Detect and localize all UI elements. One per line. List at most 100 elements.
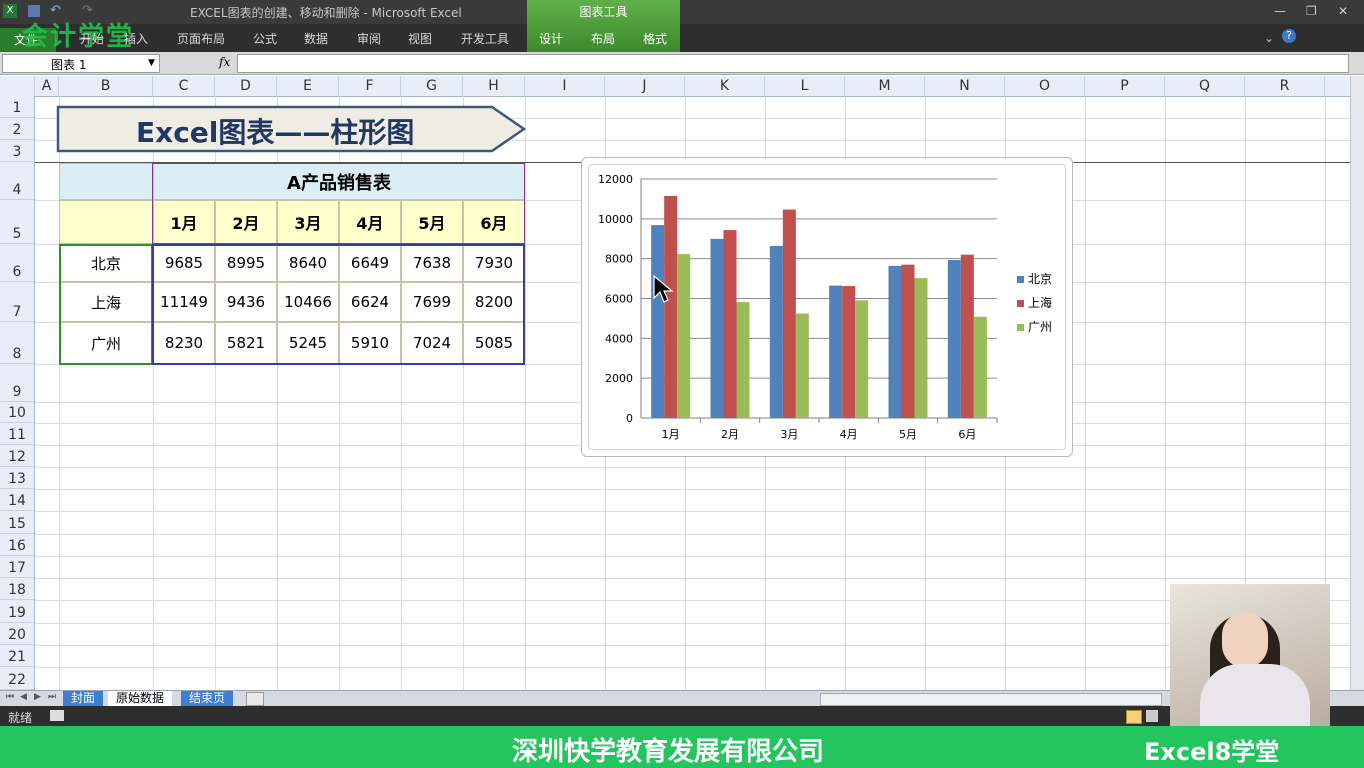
row-header[interactable]: 10 xyxy=(0,402,34,423)
vertical-scrollbar[interactable] xyxy=(1350,76,1364,690)
column-header[interactable]: A xyxy=(35,76,59,96)
value-cell[interactable]: 7930 xyxy=(463,244,525,282)
tab-home[interactable]: 开始 xyxy=(80,30,104,47)
row-header[interactable]: 8 xyxy=(0,322,34,364)
value-cell[interactable]: 8640 xyxy=(277,244,339,282)
column-header[interactable]: F xyxy=(339,76,401,96)
row-header[interactable]: 17 xyxy=(0,556,34,578)
formula-input[interactable] xyxy=(237,54,1349,73)
table-corner-cell[interactable] xyxy=(59,163,153,200)
column-header[interactable]: H xyxy=(463,76,525,96)
minimize-icon[interactable]: — xyxy=(1274,4,1286,18)
row-header[interactable]: 9 xyxy=(0,364,34,402)
column-header[interactable]: B xyxy=(59,76,153,96)
month-header[interactable]: 6月 xyxy=(463,200,525,244)
horizontal-scrollbar[interactable] xyxy=(820,693,1162,706)
column-header[interactable]: Q xyxy=(1165,76,1245,96)
insert-sheet-icon[interactable] xyxy=(246,692,264,706)
row-header[interactable]: 15 xyxy=(0,511,34,534)
tab-format[interactable]: 格式 xyxy=(643,30,667,47)
table-header-blank[interactable] xyxy=(59,200,153,244)
column-header[interactable]: C xyxy=(153,76,215,96)
row-header[interactable]: 22 xyxy=(0,667,34,690)
column-header[interactable]: J xyxy=(605,76,685,96)
column-header[interactable]: K xyxy=(685,76,765,96)
chart-area[interactable]: 0 2000 4000 6000 8000 10000 12000 1月 2月 3月 4月 5月 6月 北… xyxy=(588,164,1066,450)
column-header[interactable]: R xyxy=(1245,76,1325,96)
close-icon[interactable]: ✕ xyxy=(1338,4,1348,18)
value-cell[interactable]: 7699 xyxy=(401,282,463,322)
page-layout-view-icon[interactable] xyxy=(1146,710,1158,722)
tab-developer[interactable]: 开发工具 xyxy=(461,30,509,47)
row-header[interactable]: 16 xyxy=(0,534,34,556)
city-cell[interactable]: 北京 xyxy=(59,244,153,282)
name-box[interactable]: 图表 1 ▼ xyxy=(2,54,160,73)
value-cell[interactable]: 6649 xyxy=(339,244,401,282)
row-header[interactable]: 11 xyxy=(0,423,34,445)
row-header[interactable]: 14 xyxy=(0,489,34,511)
name-box-dropdown-icon[interactable]: ▼ xyxy=(148,58,155,68)
month-header[interactable]: 1月 xyxy=(153,200,215,244)
first-sheet-nav-icon[interactable]: ⏮ xyxy=(6,692,14,702)
value-cell[interactable]: 9685 xyxy=(153,244,215,282)
prev-sheet-nav-icon[interactable]: ◀ xyxy=(20,692,27,702)
row-header[interactable]: 21 xyxy=(0,645,34,667)
value-cell[interactable]: 5085 xyxy=(463,322,525,364)
macro-record-icon[interactable] xyxy=(50,710,64,721)
value-cell[interactable]: 5821 xyxy=(215,322,277,364)
column-header[interactable]: N xyxy=(925,76,1005,96)
restore-icon[interactable]: ❐ xyxy=(1306,4,1317,18)
column-header[interactable]: O xyxy=(1005,76,1085,96)
column-header[interactable]: D xyxy=(215,76,277,96)
column-header[interactable]: I xyxy=(525,76,605,96)
city-cell[interactable]: 广州 xyxy=(59,322,153,364)
value-cell[interactable]: 6624 xyxy=(339,282,401,322)
value-cell[interactable]: 11149 xyxy=(153,282,215,322)
tab-view[interactable]: 视图 xyxy=(408,30,432,47)
normal-view-icon[interactable] xyxy=(1126,710,1142,724)
row-header[interactable]: 7 xyxy=(0,282,34,322)
row-header[interactable]: 6 xyxy=(0,244,34,282)
select-all-corner[interactable] xyxy=(0,76,35,96)
value-cell[interactable]: 8230 xyxy=(153,322,215,364)
row-header[interactable]: 2 xyxy=(0,118,34,140)
row-header[interactable]: 3 xyxy=(0,140,34,162)
last-sheet-nav-icon[interactable]: ⏭ xyxy=(48,692,56,702)
excel-app-icon[interactable]: X xyxy=(3,4,17,18)
column-header[interactable]: G xyxy=(401,76,463,96)
chart-object[interactable]: 0 2000 4000 6000 8000 10000 12000 1月 2月 3月 4月 5月 6月 北… xyxy=(581,157,1073,457)
tab-review[interactable]: 审阅 xyxy=(357,30,381,47)
value-cell[interactable]: 5245 xyxy=(277,322,339,364)
month-header[interactable]: 3月 xyxy=(277,200,339,244)
title-banner-shape[interactable]: Excel图表——柱形图 xyxy=(56,105,526,153)
row-header[interactable]: 1 xyxy=(0,96,34,118)
column-header[interactable]: P xyxy=(1085,76,1165,96)
row-header[interactable]: 18 xyxy=(0,578,34,600)
ribbon-collapse-icon[interactable]: ⌄ xyxy=(1264,31,1274,45)
value-cell[interactable]: 7024 xyxy=(401,322,463,364)
column-header[interactable]: E xyxy=(277,76,339,96)
sheet-tab[interactable]: 封面 xyxy=(63,691,104,706)
sheet-tab[interactable]: 结束页 xyxy=(181,691,234,706)
value-cell[interactable]: 8995 xyxy=(215,244,277,282)
tab-page-layout[interactable]: 页面布局 xyxy=(177,30,225,47)
month-header[interactable]: 5月 xyxy=(401,200,463,244)
tab-insert[interactable]: 插入 xyxy=(124,30,148,47)
row-header[interactable]: 13 xyxy=(0,467,34,489)
row-header[interactable]: 20 xyxy=(0,623,34,645)
row-header[interactable]: 19 xyxy=(0,600,34,623)
tab-formulas[interactable]: 公式 xyxy=(253,30,277,47)
month-header[interactable]: 2月 xyxy=(215,200,277,244)
row-header[interactable]: 12 xyxy=(0,445,34,467)
help-icon[interactable]: ? xyxy=(1282,29,1296,43)
value-cell[interactable]: 8200 xyxy=(463,282,525,322)
value-cell[interactable]: 10466 xyxy=(277,282,339,322)
row-header[interactable]: 4 xyxy=(0,162,34,200)
insert-function-icon[interactable]: fx xyxy=(219,55,230,69)
row-header[interactable]: 5 xyxy=(0,200,34,244)
tab-layout[interactable]: 布局 xyxy=(591,30,615,47)
month-header[interactable]: 4月 xyxy=(339,200,401,244)
value-cell[interactable]: 5910 xyxy=(339,322,401,364)
sheet-tab-active[interactable]: 原始数据 xyxy=(108,691,173,706)
column-header[interactable]: M xyxy=(845,76,925,96)
